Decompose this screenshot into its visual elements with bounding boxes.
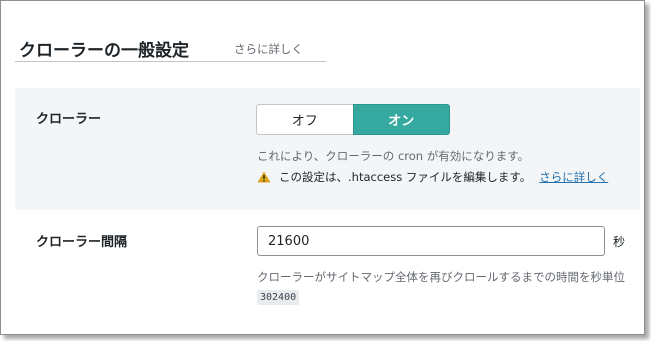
seconds-unit-label: 秒	[613, 235, 626, 249]
crawl-interval-input[interactable]	[257, 226, 605, 256]
recommended-value-code: 302400	[257, 290, 300, 305]
settings-panel: クローラーの一般設定 さらに詳しく クローラー オフ オン これにより、クローラ…	[0, 0, 645, 335]
learn-more-link[interactable]: さらに詳しく	[234, 41, 303, 57]
crawl-interval-description: クローラーがサイトマップ全体を再びクロールするまでの時間を秒単位	[257, 270, 625, 284]
section-title: クローラーの一般設定	[19, 41, 189, 61]
htaccess-warning: この設定は、.htaccess ファイルを編集します。 さらに詳しく	[257, 169, 608, 185]
crawl-interval-label: クローラー間隔	[36, 235, 128, 250]
warning-text: この設定は、.htaccess ファイルを編集します。	[279, 170, 532, 184]
warning-learn-more-link[interactable]: さらに詳しく	[539, 169, 608, 185]
warning-icon	[257, 171, 271, 183]
toggle-on-button[interactable]: オン	[352, 104, 450, 135]
crawler-toggle[interactable]: オフ オン	[256, 104, 450, 135]
toggle-off-button[interactable]: オフ	[256, 104, 353, 135]
crawler-label: クローラー	[36, 112, 102, 127]
crawler-description: これにより、クローラーの cron が有効になります。	[257, 149, 530, 163]
section-header: クローラーの一般設定 さらに詳しく	[15, 34, 326, 62]
